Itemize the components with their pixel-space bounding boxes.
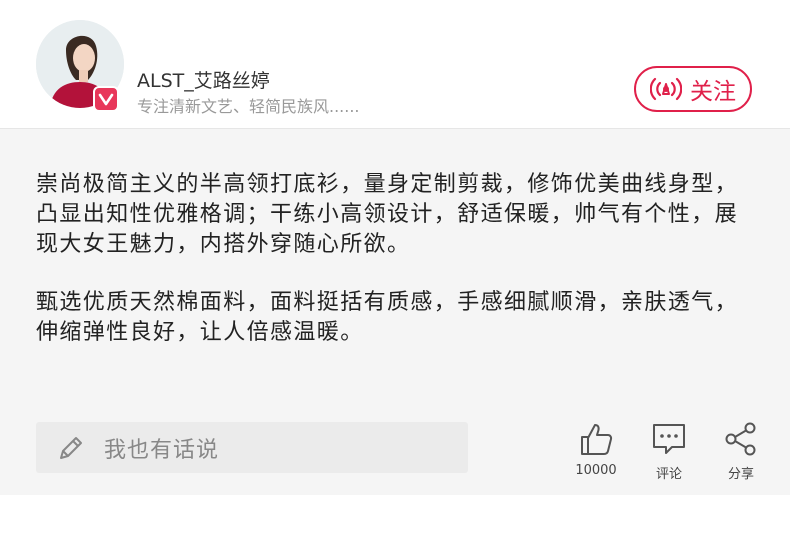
thumbs-up-icon bbox=[581, 424, 613, 455]
share-icon bbox=[725, 422, 756, 456]
comment-input[interactable]: 我也有话说 bbox=[36, 422, 468, 473]
comment-bubble-icon bbox=[653, 424, 685, 454]
follow-label: 关注 bbox=[690, 79, 736, 105]
comment-label: 评论 bbox=[655, 467, 682, 482]
author-tagline: 专注清新文艺、轻简民族风...... bbox=[137, 97, 360, 116]
broadcast-icon bbox=[650, 77, 682, 101]
share-button[interactable]: 分享 bbox=[706, 421, 776, 482]
description-paragraph: 崇尚极简主义的半高领打底衫，量身定制剪裁，修饰优美曲线身型，凸显出知性优雅格调；… bbox=[36, 172, 739, 257]
comment-button[interactable]: 评论 bbox=[634, 421, 704, 482]
share-label: 分享 bbox=[727, 467, 754, 482]
post-content: 崇尚极简主义的半高领打底衫，量身定制剪裁，修饰优美曲线身型，凸显出知性优雅格调；… bbox=[0, 129, 790, 495]
verified-v-icon bbox=[93, 86, 119, 112]
like-count: 10000 bbox=[575, 463, 617, 478]
author-name[interactable]: ALST_艾路丝婷 bbox=[137, 66, 270, 93]
description-paragraph: 甄选优质天然棉面料，面料挺括有质感，手感细腻顺滑，亲肤透气，伸缩弹性良好，让人倍… bbox=[36, 290, 739, 345]
follow-button[interactable]: 关注 bbox=[634, 66, 752, 112]
pencil-icon bbox=[60, 436, 82, 459]
author-header: ALST_艾路丝婷 专注清新文艺、轻简民族风...... 关注 bbox=[0, 0, 790, 129]
comment-placeholder: 我也有话说 bbox=[104, 437, 220, 463]
like-button[interactable]: 10000 bbox=[561, 421, 631, 478]
